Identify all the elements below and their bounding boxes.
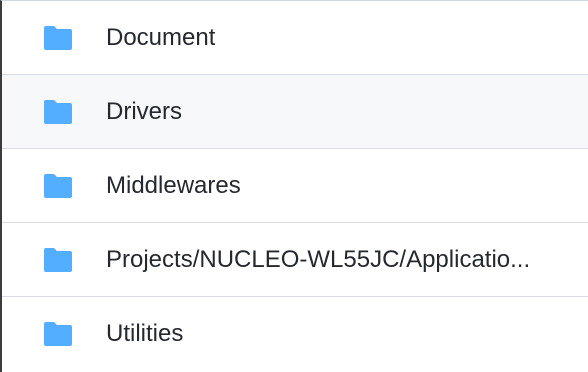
- list-item-label[interactable]: Drivers: [106, 97, 182, 127]
- list-item-utilities[interactable]: Utilities: [2, 297, 588, 371]
- list-item-label[interactable]: Document: [106, 23, 215, 53]
- list-item-projects[interactable]: Projects/NUCLEO-WL55JC/Applicatio...: [2, 223, 588, 297]
- list-item-middlewares[interactable]: Middlewares: [2, 149, 588, 223]
- list-item-label[interactable]: Utilities: [106, 319, 183, 349]
- list-item-label[interactable]: Projects/NUCLEO-WL55JC/Applicatio...: [106, 245, 530, 275]
- list-item-document[interactable]: Document: [2, 1, 588, 75]
- file-list: Document Drivers Middlewares Projects/NU…: [0, 0, 588, 372]
- folder-icon: [44, 247, 72, 272]
- folder-icon: [44, 25, 72, 50]
- list-item-label[interactable]: Middlewares: [106, 171, 241, 201]
- list-item-drivers[interactable]: Drivers: [2, 75, 588, 149]
- folder-icon: [44, 99, 72, 124]
- folder-icon: [44, 173, 72, 198]
- folder-icon: [44, 322, 72, 346]
